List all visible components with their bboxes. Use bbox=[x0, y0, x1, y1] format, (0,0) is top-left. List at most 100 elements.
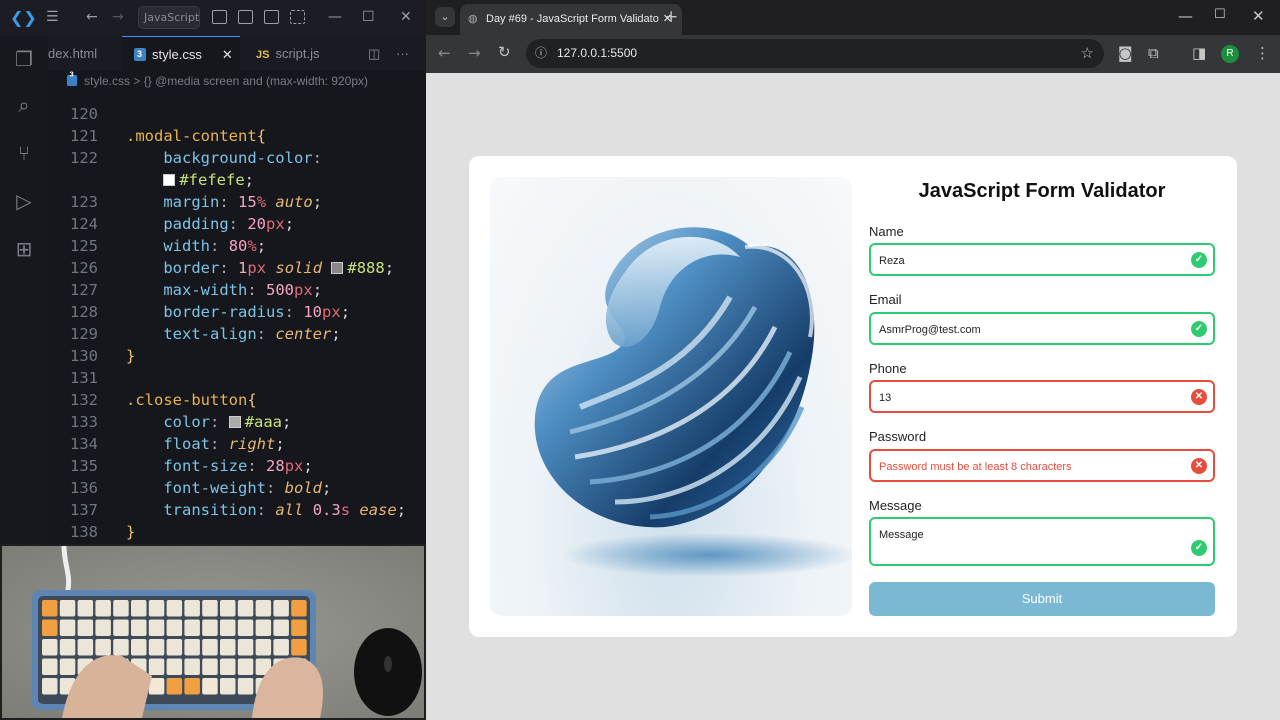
activity-bar: ❐ ⌕ ⑂ ▷ ⊞ bbox=[0, 36, 48, 544]
explorer-icon[interactable]: ❐ bbox=[11, 46, 37, 72]
message-textarea[interactable]: Message ✓ bbox=[869, 517, 1215, 566]
customize-layout-icon[interactable] bbox=[290, 10, 305, 24]
globe-icon: ◍ bbox=[468, 13, 478, 25]
keycap bbox=[166, 639, 183, 656]
browser-tab[interactable]: ◍ Day #69 - JavaScript Form Validator ✕ bbox=[460, 4, 682, 35]
source-control-icon[interactable]: ⑂ bbox=[11, 140, 37, 166]
keycap bbox=[95, 600, 111, 617]
keycap bbox=[237, 600, 254, 617]
message-value: Message bbox=[879, 529, 924, 541]
toggle-sidebar-icon[interactable] bbox=[212, 10, 227, 24]
line-number: 123 bbox=[70, 193, 98, 211]
phone-input[interactable]: 13 ✕ bbox=[869, 380, 1215, 413]
line-number: 124 bbox=[70, 215, 98, 233]
tab-index-html[interactable]: dex.html bbox=[48, 36, 120, 71]
keycap bbox=[184, 658, 200, 675]
address-bar[interactable]: ⓘ 127.0.0.1:5500 ☆ bbox=[526, 39, 1104, 68]
tab-style-css[interactable]: style.css ✕ bbox=[122, 36, 240, 72]
vscode-titlebar: ❮❯ ☰ ← → JavaScript — ☐ ✕ bbox=[0, 0, 426, 36]
code-line: text-align: center; bbox=[163, 325, 341, 343]
close-tab-icon[interactable]: ✕ bbox=[222, 47, 233, 62]
back-icon[interactable]: ← bbox=[438, 44, 451, 62]
tab-script-js[interactable]: JS script.js bbox=[244, 36, 344, 71]
side-panel-icon[interactable]: ◨ bbox=[1192, 44, 1206, 62]
code-line: transition: all 0.3s ease; bbox=[163, 501, 407, 519]
password-error-placeholder: Password must be at least 8 characters bbox=[879, 461, 1072, 473]
error-x-icon: ✕ bbox=[1191, 458, 1207, 474]
line-number: 135 bbox=[70, 457, 98, 475]
keycap bbox=[220, 639, 236, 656]
phone-value: 13 bbox=[879, 392, 892, 404]
password-input[interactable]: Password must be at least 8 characters ✕ bbox=[869, 449, 1215, 482]
keycap bbox=[255, 619, 272, 636]
name-value: Reza bbox=[879, 255, 905, 267]
error-x-icon: ✕ bbox=[1191, 389, 1207, 405]
email-value: AsmrProg@test.com bbox=[879, 324, 981, 336]
css-file-icon bbox=[134, 37, 146, 72]
keycap bbox=[113, 600, 129, 617]
vscode-logo-icon: ❮❯ bbox=[10, 8, 37, 27]
keycap bbox=[95, 639, 111, 656]
email-input[interactable]: AsmrProg@test.com ✓ bbox=[869, 312, 1215, 345]
keycap bbox=[184, 619, 200, 636]
browser-toolbar: ← → ↻ ⓘ 127.0.0.1:5500 ☆ ◙ ⧉ ◨ R ⋮ bbox=[426, 35, 1280, 73]
check-icon: ✓ bbox=[1191, 321, 1207, 337]
keycap bbox=[148, 619, 165, 636]
form-card: JavaScript Form Validator Name Reza ✓ Ema… bbox=[469, 156, 1237, 637]
css-file-icon bbox=[66, 66, 78, 87]
line-number: 126 bbox=[70, 259, 98, 277]
maximize-icon[interactable]: ☐ bbox=[1214, 7, 1226, 22]
keycap bbox=[77, 619, 94, 636]
code-line: font-size: 28px; bbox=[163, 457, 313, 475]
bookmark-star-icon[interactable]: ☆ bbox=[1081, 39, 1094, 68]
code-line: padding: 20px; bbox=[163, 215, 295, 233]
line-number: 138 bbox=[70, 523, 98, 541]
toggle-panel-icon[interactable] bbox=[238, 10, 253, 24]
chrome-menu-icon[interactable]: ⋮ bbox=[1255, 44, 1270, 62]
command-search[interactable]: JavaScript bbox=[138, 6, 200, 29]
hero-image bbox=[490, 177, 852, 616]
password-label: Password bbox=[869, 429, 927, 444]
forward-arrow-icon[interactable]: → bbox=[112, 9, 124, 25]
extensions-icon[interactable]: ⊞ bbox=[11, 236, 37, 262]
site-info-icon[interactable]: ⓘ bbox=[535, 39, 547, 68]
line-number: 120 bbox=[70, 105, 98, 123]
breadcrumb-file[interactable]: style.css bbox=[84, 74, 130, 88]
phone-label: Phone bbox=[869, 361, 907, 376]
keycap bbox=[131, 619, 147, 636]
extensions-icon[interactable]: ⧉ bbox=[1148, 44, 1159, 62]
code-line: float: right; bbox=[163, 435, 285, 453]
tab-search-icon[interactable]: ⌄ bbox=[435, 7, 455, 27]
breadcrumb-scope[interactable]: {} @media screen and (max-width: 920px) bbox=[144, 74, 368, 88]
keycap bbox=[291, 619, 307, 636]
code-line: #fefefe; bbox=[126, 171, 254, 189]
back-arrow-icon[interactable]: ← bbox=[86, 9, 98, 25]
maximize-icon[interactable]: ☐ bbox=[362, 9, 375, 25]
minimize-icon[interactable]: — bbox=[328, 9, 342, 25]
keycap bbox=[273, 639, 289, 656]
search-icon[interactable]: ⌕ bbox=[11, 92, 37, 118]
toggle-secondary-sidebar-icon[interactable] bbox=[264, 10, 279, 24]
camera-icon[interactable]: ◙ bbox=[1118, 44, 1133, 62]
more-actions-icon[interactable]: ··· bbox=[396, 36, 409, 71]
split-editor-icon[interactable]: ◫ bbox=[368, 36, 380, 71]
forward-icon[interactable]: → bbox=[468, 44, 481, 62]
run-debug-icon[interactable]: ▷ bbox=[11, 188, 37, 214]
name-input[interactable]: Reza ✓ bbox=[869, 243, 1215, 276]
close-icon[interactable]: ✕ bbox=[400, 9, 412, 25]
keycap bbox=[184, 639, 200, 656]
keycap bbox=[273, 619, 289, 636]
code-editor[interactable]: 120 121 .modal-content{122 background-colo… bbox=[48, 91, 426, 544]
minimize-icon[interactable]: — bbox=[1178, 7, 1193, 25]
new-tab-icon[interactable]: + bbox=[664, 7, 678, 27]
menu-icon[interactable]: ☰ bbox=[46, 9, 59, 25]
close-window-icon[interactable]: ✕ bbox=[1252, 7, 1265, 25]
keyboard-webcam bbox=[2, 546, 424, 718]
submit-button[interactable]: Submit bbox=[869, 582, 1215, 616]
line-number: 128 bbox=[70, 303, 98, 321]
profile-avatar[interactable]: R bbox=[1221, 45, 1239, 63]
reload-icon[interactable]: ↻ bbox=[498, 43, 511, 61]
keycap bbox=[166, 619, 183, 636]
keycap bbox=[237, 678, 254, 695]
keycap bbox=[166, 678, 183, 695]
